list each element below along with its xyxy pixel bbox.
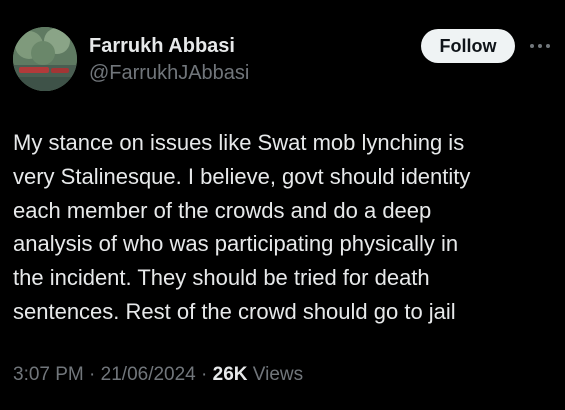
tweet-text: My stance on issues like Swat mob lynchi…: [13, 130, 471, 324]
meta-separator: ·: [195, 364, 213, 385]
follow-button[interactable]: Follow: [421, 29, 515, 63]
more-horizontal-icon: [530, 44, 550, 48]
meta-separator: ·: [83, 364, 101, 385]
views-label: Views: [247, 364, 304, 385]
tweet: Farrukh Abbasi @FarrukhJAbbasi Follow My…: [0, 0, 565, 410]
author-name[interactable]: Farrukh Abbasi: [89, 35, 235, 58]
profile-photo-icon: [13, 27, 77, 91]
tweet-date[interactable]: 21/06/2024: [101, 364, 196, 385]
more-options-button[interactable]: [528, 38, 552, 54]
avatar[interactable]: [13, 27, 77, 91]
tweet-meta: 3:07 PM · 21/06/2024 · 26K Views: [13, 364, 303, 386]
views-count[interactable]: 26K: [213, 364, 248, 385]
tweet-time[interactable]: 3:07 PM: [13, 364, 84, 385]
author-handle[interactable]: @FarrukhJAbbasi: [89, 62, 249, 85]
